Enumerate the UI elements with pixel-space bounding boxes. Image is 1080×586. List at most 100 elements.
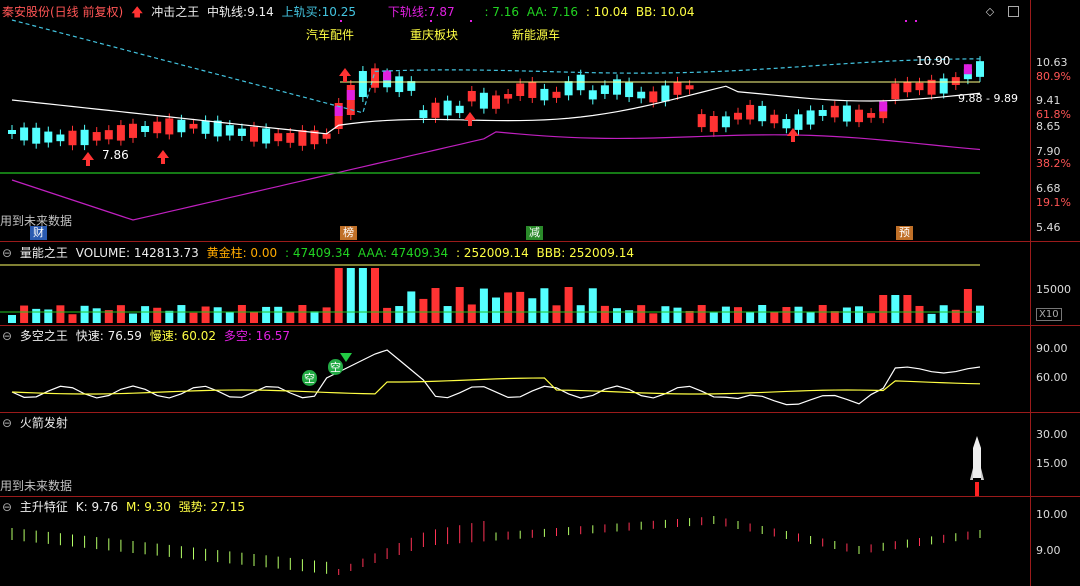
volume-bar [564, 287, 573, 323]
signal-dot [430, 20, 432, 22]
volume-bar [637, 305, 646, 323]
volume-bar [613, 308, 621, 323]
candle-body [770, 114, 779, 124]
candle-body [734, 112, 742, 120]
candle-body [129, 123, 137, 138]
low-price-label: 7.86 [102, 148, 129, 162]
volume-bar [213, 307, 222, 323]
candle-body [492, 95, 500, 109]
window-toggle-icon[interactable] [1008, 6, 1019, 17]
signal-dot [470, 20, 472, 22]
candle-body [153, 121, 162, 134]
volume-bar [431, 288, 440, 323]
candle-body [867, 113, 876, 118]
price-tick: 10.63 [1036, 56, 1068, 69]
candle-body [709, 115, 718, 132]
candle-body [830, 105, 839, 118]
candle-body [806, 110, 815, 125]
volume-bar [891, 295, 900, 323]
volume-bar [842, 307, 851, 323]
volume-bar [407, 291, 416, 323]
candle-body [479, 92, 488, 109]
volume-bar [492, 297, 500, 323]
zhusheng-tick: 10.00 [1036, 508, 1068, 521]
short-signal-tag: 空 [328, 359, 343, 375]
indicator-name[interactable]: 冲击之王 [151, 5, 199, 19]
chevron-down-icon[interactable]: ⊖ [2, 329, 12, 343]
volume-bar [540, 288, 549, 323]
volume-bar [830, 311, 839, 323]
chevron-down-icon[interactable]: ⊖ [2, 500, 12, 514]
k-value: K: 9.76 [75, 500, 119, 514]
ratio-tick: 19.1% [1036, 196, 1071, 209]
stock-chart-window: 秦安股份(日线 前复权) 🡅 冲击之王 中轨线:9.14 上轨买:10.25 下… [0, 0, 1080, 586]
volume-bar [250, 312, 258, 323]
candle-body [758, 105, 767, 122]
candle-body [673, 81, 682, 95]
volume-header: ⊖ 量能之王 VOLUME: 142813.73 黄金柱: 0.00 : 474… [2, 245, 638, 261]
candle-body [721, 116, 730, 128]
volume-title[interactable]: 量能之王 [20, 246, 68, 260]
short-signal-tag: 空 [302, 370, 317, 386]
sector-tag: 汽车配件 [306, 28, 355, 42]
volume-bar [479, 288, 488, 323]
volume-bar [322, 307, 331, 323]
volume-bar [225, 311, 234, 323]
candle-body [625, 82, 634, 98]
duokong-title[interactable]: 多空之王 [20, 329, 68, 343]
candle-body [237, 128, 246, 136]
volume-bar [927, 313, 936, 323]
candle-body [661, 85, 670, 102]
stock-name[interactable]: 秦安股份(日线 前复权) [2, 5, 123, 19]
zhusheng-title[interactable]: 主升特征 [20, 500, 68, 514]
diamond-icon[interactable]: ◇ [984, 6, 996, 18]
buy-arrow-icon [787, 128, 799, 142]
candle-body [189, 123, 198, 129]
volume-bar [20, 305, 29, 323]
volume-bar [794, 306, 803, 323]
rocket-flame [975, 482, 979, 496]
future-data-note: 用到未来数据 [0, 479, 73, 493]
candle-body [225, 125, 234, 136]
candle-body [939, 78, 948, 94]
sector-tag: 新能源车 [512, 28, 561, 42]
chevron-down-icon[interactable]: ⊖ [2, 416, 12, 430]
main-header: 秦安股份(日线 前复权) 🡅 冲击之王 中轨线:9.14 上轨买:10.25 下… [2, 4, 699, 20]
volume-bar [806, 312, 815, 323]
forecast-marker[interactable]: 预 [896, 226, 913, 240]
volume-bar [371, 268, 379, 323]
volume-bar [782, 307, 791, 323]
volume-bar [153, 307, 162, 323]
high-price-label: 10.90 [916, 54, 951, 68]
rocket-title[interactable]: 火箭发射 [20, 416, 68, 430]
price-tick: 9.41 [1036, 94, 1061, 107]
volume-bar [746, 311, 755, 323]
volume-bar [395, 306, 404, 323]
reduce-marker[interactable]: 减 [526, 226, 543, 240]
volume-bar [697, 305, 706, 323]
candle-body [262, 128, 271, 144]
candle-body [68, 130, 77, 146]
candle-body [467, 90, 476, 102]
volume-bar [915, 305, 924, 323]
candle-body [56, 134, 65, 142]
rank-marker[interactable]: 榜 [340, 226, 357, 240]
volume-bar [976, 305, 984, 323]
highlight-candle [963, 64, 972, 75]
fast-line [11, 349, 981, 406]
candle-body [951, 77, 960, 85]
highlight-candle [334, 106, 343, 116]
series-value: : 252009.14 [455, 246, 529, 260]
volume-bar [310, 311, 319, 323]
buy-arrow-icon [82, 152, 94, 166]
volume-bar [504, 292, 513, 323]
duokong-value: 多空: 16.57 [223, 329, 291, 343]
ratio-tick: 38.2% [1036, 157, 1071, 170]
finance-marker[interactable]: 财 [30, 226, 47, 240]
chevron-down-icon[interactable]: ⊖ [2, 246, 12, 260]
candle-body [552, 91, 561, 98]
volume-bar [237, 305, 246, 323]
candle-body [443, 100, 452, 116]
volume-bar [189, 312, 198, 323]
candle-body [746, 104, 755, 120]
